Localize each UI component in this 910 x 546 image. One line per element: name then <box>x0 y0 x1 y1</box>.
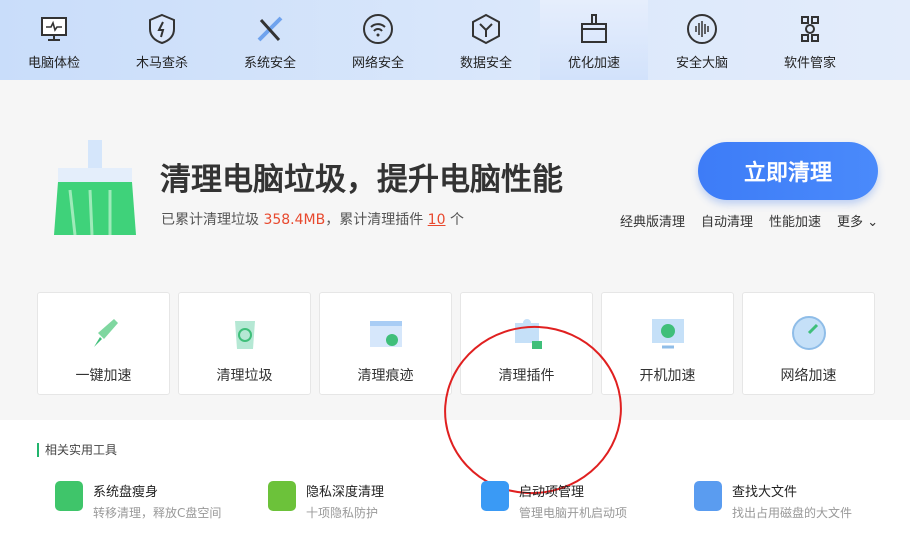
tools-heading: 相关实用工具 <box>37 443 117 457</box>
tool-icon <box>481 481 509 511</box>
browser-trace-icon <box>369 321 402 347</box>
rocket-icon <box>93 319 118 347</box>
tool-name: 查找大文件 <box>732 485 798 500</box>
plugin-count-link[interactable]: 10 <box>428 212 446 228</box>
junk-size: 358.4MB <box>263 212 326 228</box>
nav-label: 系统安全 <box>243 56 296 71</box>
shield-bolt-icon <box>149 13 175 45</box>
nav-label: 优化加速 <box>567 56 620 71</box>
card-label: 开机加速 <box>639 368 696 384</box>
nav-item-1[interactable]: 木马查杀 <box>108 0 216 80</box>
tool-icon <box>268 481 296 511</box>
nav-label: 电脑体检 <box>27 56 80 71</box>
stats-suffix: 个 <box>449 212 464 228</box>
recycle-bin-icon <box>234 321 255 349</box>
performance-link[interactable]: 性能加速 <box>769 211 821 230</box>
nav-item-4[interactable]: 数据安全 <box>432 0 540 80</box>
tool-desc: 管理电脑开机启动项 <box>519 506 628 520</box>
more-link[interactable]: 更多 ⌄ <box>837 211 878 230</box>
classic-clean-link[interactable]: 经典版清理 <box>620 211 685 230</box>
tool-desc: 转移清理，释放C盘空间 <box>93 506 222 520</box>
tool-name: 隐私深度清理 <box>306 485 385 500</box>
clean-now-button[interactable]: 立即清理 <box>698 142 878 200</box>
speedometer-icon <box>791 316 826 350</box>
stats-label-2: ，累计清理插件 <box>325 212 424 228</box>
wifi-icon <box>363 14 393 44</box>
hero-links: 经典版清理 自动清理 性能加速 更多 ⌄ <box>620 211 878 230</box>
tool-icon <box>55 481 83 511</box>
card-recycle-bin[interactable]: 清理垃圾 <box>178 292 311 395</box>
card-browser-trace[interactable]: 清理痕迹 <box>319 292 452 395</box>
card-speedometer[interactable]: 网络加速 <box>742 292 875 395</box>
tool-item[interactable]: 隐私深度清理 十项隐私防护 <box>268 481 481 521</box>
tool-desc: 十项隐私防护 <box>306 506 379 520</box>
apps-icon <box>801 16 819 42</box>
chevron-down-icon: ⌄ <box>867 215 879 230</box>
tool-icon <box>694 481 722 511</box>
power-monitor-icon <box>651 319 684 349</box>
tool-name: 启动项管理 <box>519 485 585 500</box>
nav-item-2[interactable]: 系统安全 <box>216 0 324 80</box>
wrench-icon <box>257 16 283 42</box>
hero-panel: 清理电脑垃圾，提升电脑性能 已累计清理垃圾 358.4MB，累计清理插件 10 … <box>0 80 910 506</box>
nav-item-0[interactable]: 电脑体检 <box>0 0 108 80</box>
nav-item-5[interactable]: 优化加速 <box>540 0 648 80</box>
stats-label: 已累计清理垃圾 <box>161 212 259 228</box>
hexagon-icon <box>472 13 500 45</box>
top-nav: 电脑体检 木马查杀 系统安全 网络安全 数据安全 优化加速 安全大脑 软件管家 <box>0 0 910 80</box>
hero-stats: 已累计清理垃圾 358.4MB，累计清理插件 10 个 <box>161 209 464 229</box>
nav-item-6[interactable]: 安全大脑 <box>648 0 756 80</box>
nav-label: 软件管家 <box>783 56 836 71</box>
card-label: 网络加速 <box>780 368 837 384</box>
tools-list: 系统盘瘦身 转移清理，释放C盘空间 隐私深度清理 十项隐私防护 启动项管理 管理电脑开机启… <box>55 481 907 521</box>
card-label: 一键加速 <box>75 368 132 384</box>
nav-label: 数据安全 <box>459 56 512 71</box>
card-label: 清理垃圾 <box>216 368 273 384</box>
broom-icon <box>54 140 136 235</box>
card-rocket[interactable]: 一键加速 <box>37 292 170 395</box>
hero-title: 清理电脑垃圾，提升电脑性能 <box>160 162 563 198</box>
nav-item-3[interactable]: 网络安全 <box>324 0 432 80</box>
tool-name: 系统盘瘦身 <box>93 485 159 500</box>
auto-clean-link[interactable]: 自动清理 <box>701 211 753 230</box>
tool-item[interactable]: 系统盘瘦身转移清理，释放C盘空间 <box>55 481 268 521</box>
nav-label: 木马查杀 <box>135 56 188 71</box>
card-label: 清理痕迹 <box>357 368 414 384</box>
tool-desc: 找出占用磁盘的大文件 <box>732 506 853 520</box>
monitor-pulse-icon <box>41 17 67 41</box>
tool-item[interactable]: 启动项管理管理电脑开机启动项 <box>481 481 694 521</box>
more-label: 更多 <box>837 215 864 230</box>
nav-label: 网络安全 <box>351 56 404 71</box>
broom-icon <box>581 14 607 43</box>
tool-item[interactable]: 查找大文件找出占用磁盘的大文件 <box>694 481 907 521</box>
nav-item-7[interactable]: 软件管家 <box>756 0 864 80</box>
brain-icon <box>687 14 717 44</box>
card-power-monitor[interactable]: 开机加速 <box>601 292 734 395</box>
nav-label: 安全大脑 <box>675 56 728 71</box>
